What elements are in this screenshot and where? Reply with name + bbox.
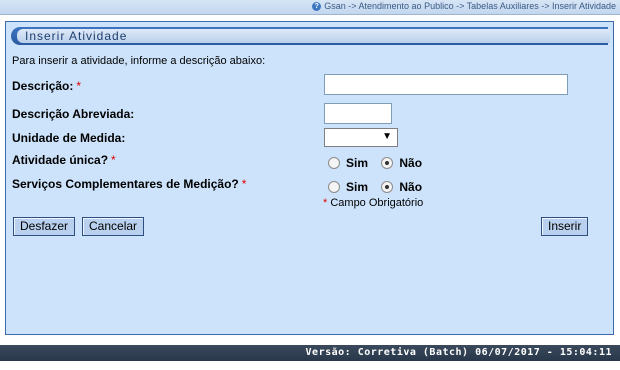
radio-sim-label[interactable]: Sim: [346, 156, 368, 170]
unidade-medida-label: Unidade de Medida:: [12, 131, 126, 145]
required-mark: *: [241, 177, 247, 191]
desfazer-button[interactable]: Desfazer: [13, 217, 76, 236]
top-bar: ? Gsan -> Atendimento ao Publico -> Tabel…: [0, 0, 620, 15]
panel-title: Inserir Atividade: [17, 29, 610, 43]
descricao-input[interactable]: [324, 74, 568, 95]
cancelar-button[interactable]: Cancelar: [82, 217, 145, 236]
atividade-unica-radio-group: Sim Não: [328, 155, 432, 170]
descricao-abreviada-input[interactable]: [324, 103, 392, 124]
descricao-abreviada-label: Descrição Abreviada:: [12, 107, 135, 121]
atividade-unica-label: Atividade única? *: [12, 153, 116, 167]
radio-nao-label[interactable]: Não: [399, 180, 422, 194]
radio-sim-label[interactable]: Sim: [346, 180, 368, 194]
form-panel: Inserir Atividade Para inserir a ativida…: [5, 21, 614, 335]
help-icon[interactable]: ?: [312, 2, 322, 12]
chevron-down-icon[interactable]: ▼: [382, 131, 392, 142]
breadcrumb-text[interactable]: Gsan -> Atendimento ao Publico -> Tabela…: [324, 1, 616, 11]
version-text: Versão: Corretiva (Batch) 06/07/2017 - 1…: [305, 347, 612, 358]
footer-bar: Versão: Corretiva (Batch) 06/07/2017 - 1…: [0, 345, 620, 361]
servicos-complementares-radio-group: Sim Não: [328, 179, 432, 194]
radio-sim[interactable]: [328, 156, 340, 169]
radio-sim[interactable]: [328, 180, 340, 193]
intro-text: Para inserir a atividade, informe a desc…: [12, 55, 266, 67]
required-mark: *: [111, 153, 116, 167]
panel-header: Inserir Atividade: [11, 27, 610, 45]
descricao-label: Descrição: *: [12, 79, 82, 93]
radio-nao[interactable]: [381, 180, 394, 193]
breadcrumb: ? Gsan -> Atendimento ao Publico -> Tabel…: [312, 1, 616, 12]
unidade-medida-select[interactable]: ▼: [324, 128, 398, 147]
required-field-note: * Campo Obrigatório: [323, 197, 424, 209]
radio-nao-label[interactable]: Não: [399, 156, 422, 170]
required-mark: *: [76, 79, 82, 93]
radio-nao[interactable]: [381, 156, 394, 169]
servicos-complementares-label: Serviços Complementares de Medição? *: [12, 177, 247, 191]
inserir-button[interactable]: Inserir: [541, 217, 589, 236]
